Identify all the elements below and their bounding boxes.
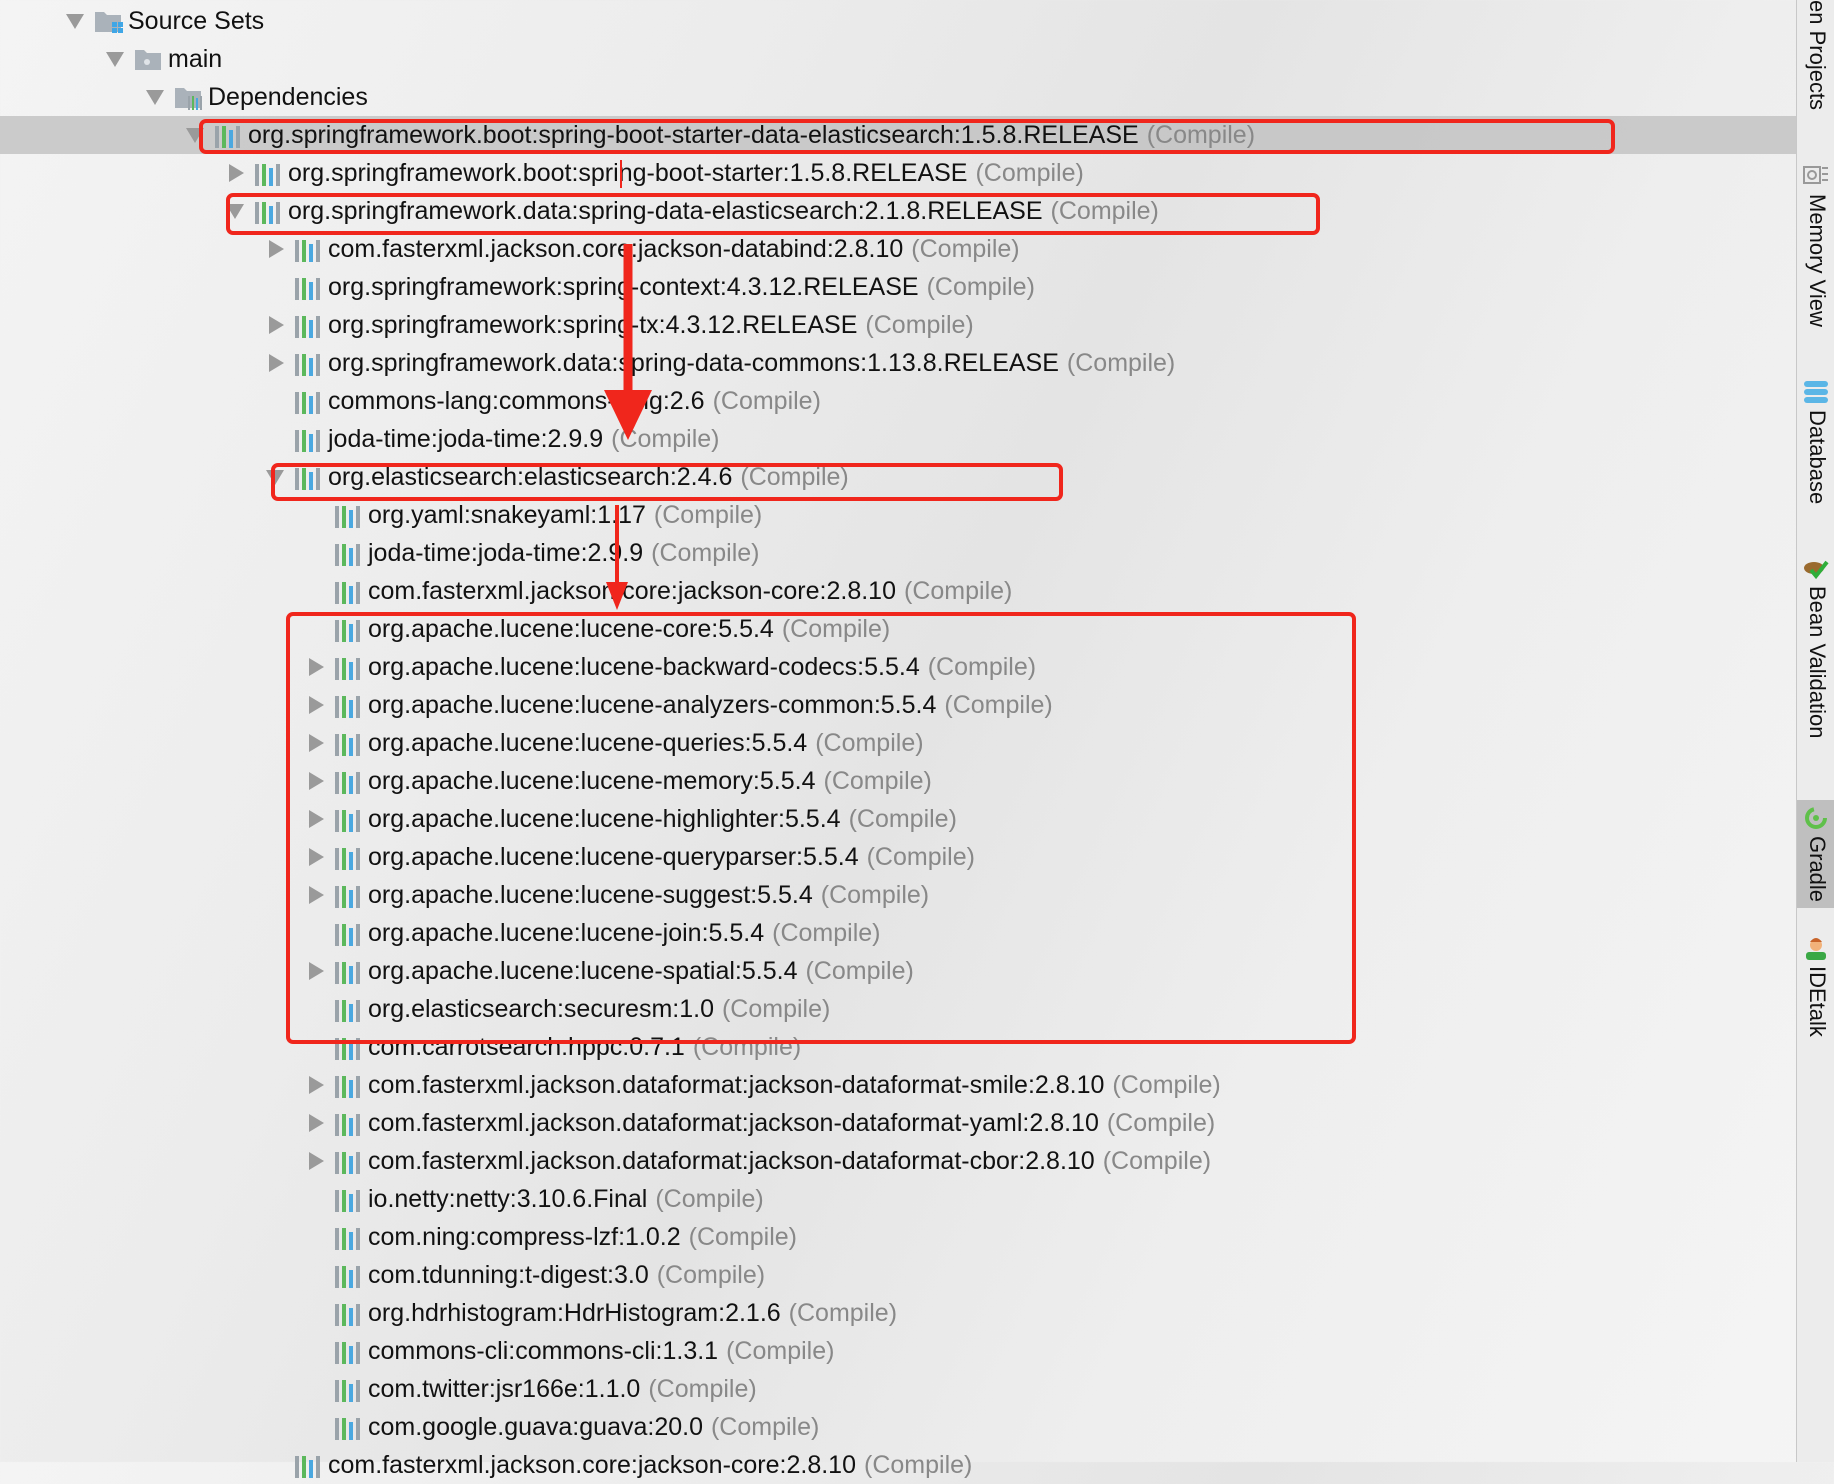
annotation-arrows: [604, 160, 652, 610]
tool-window-label: Bean Validation: [1805, 586, 1830, 739]
idetalk-icon: [1803, 936, 1829, 960]
memory-view-icon: [1803, 164, 1829, 188]
tool-window-label: Memory View: [1805, 194, 1830, 327]
tool-window-label: IDEtalk: [1805, 966, 1830, 1037]
gradle-icon: [1803, 806, 1829, 830]
database-icon: [1803, 380, 1829, 404]
bean-validation-icon: [1803, 556, 1829, 580]
tool-window-gradle[interactable]: Gradle: [1797, 800, 1834, 908]
tool-window-label: Database: [1805, 410, 1830, 505]
tool-window-database[interactable]: Database: [1797, 374, 1834, 509]
right-tool-window-bar: en Projects Memory View Database Bean Valid…: [1796, 0, 1834, 1462]
tool-window-memory-view[interactable]: Memory View: [1797, 158, 1834, 333]
tool-window-label: en Projects: [1805, 0, 1830, 111]
tool-window-en-projects[interactable]: en Projects: [1797, 0, 1834, 111]
tool-window-idetalk[interactable]: IDEtalk: [1797, 930, 1834, 1040]
arrow-head-1: [604, 390, 652, 440]
arrow-head-2: [606, 582, 628, 610]
tool-window-bean-validation[interactable]: Bean Validation: [1797, 550, 1834, 745]
tool-window-label: Gradle: [1805, 836, 1830, 903]
